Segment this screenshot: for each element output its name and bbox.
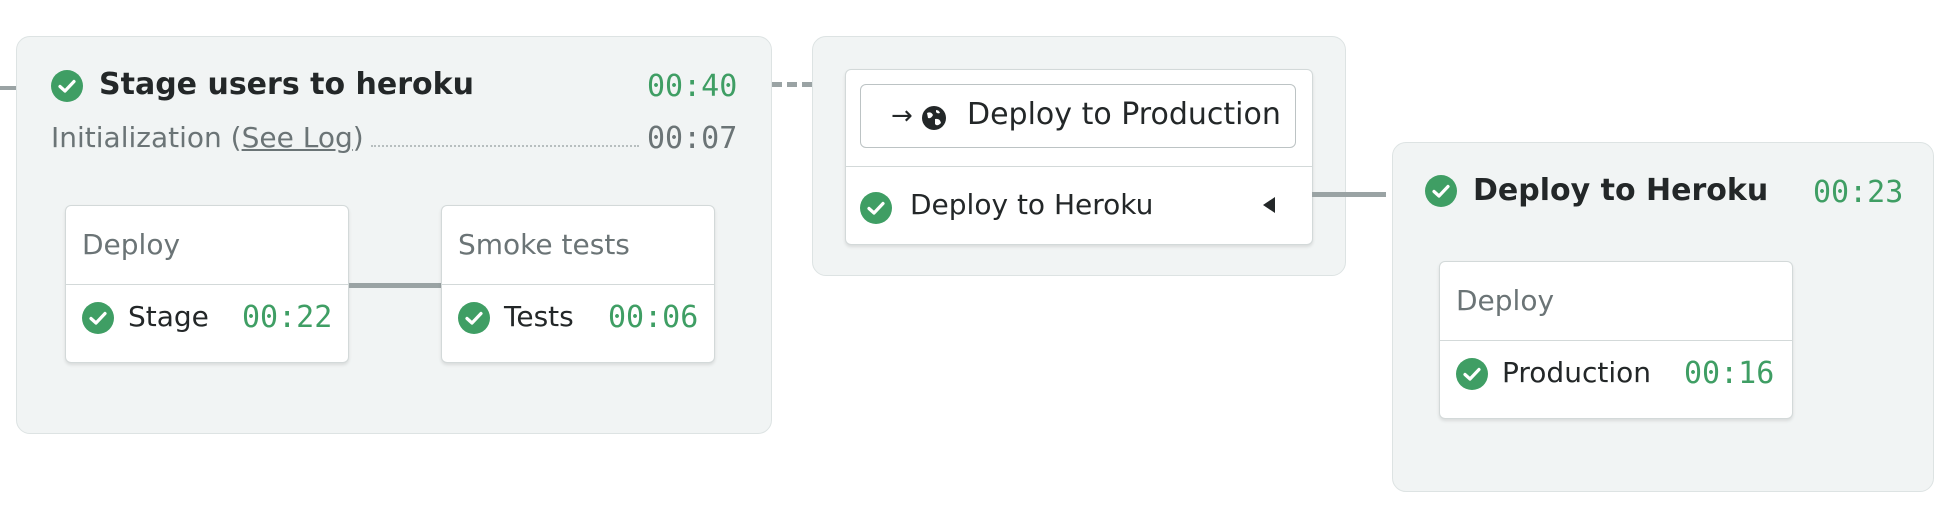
see-log-link[interactable]: See Log (242, 121, 353, 154)
stage-block: Stage users to heroku 00:40 Initializati… (16, 36, 772, 434)
job-name[interactable]: Stage (128, 300, 209, 333)
check-circle-icon (82, 302, 114, 334)
deploy-block-time: 00:23 (1813, 175, 1904, 210)
job-time: 00:16 (1684, 356, 1775, 391)
job-time: 00:06 (608, 300, 699, 335)
promotion-panel: → Deploy to Production Deploy to Heroku (812, 36, 1346, 276)
promotion-dashed-connector (772, 82, 812, 87)
job-card-deploy-production[interactable]: Deploy Production 00:16 (1439, 261, 1793, 419)
promotion-divider (846, 166, 1312, 167)
arrow-right-icon: → (891, 101, 913, 131)
job-card-header-label: Deploy (1456, 284, 1555, 317)
globe-icon (921, 105, 947, 135)
stage-block-status-check-icon (51, 70, 83, 102)
job-time: 00:22 (242, 300, 333, 335)
job-card-deploy[interactable]: Deploy Stage 00:22 (65, 205, 349, 363)
check-circle-icon (1456, 358, 1488, 390)
incoming-connector (0, 86, 16, 90)
check-circle-icon (860, 192, 892, 224)
stage-block-title[interactable]: Stage users to heroku (99, 67, 474, 102)
job-connector (349, 283, 441, 288)
triangle-left-icon[interactable] (1262, 196, 1276, 218)
deploy-block-title[interactable]: Deploy to Heroku (1473, 173, 1768, 208)
job-card-header-label: Deploy (82, 228, 181, 261)
check-circle-icon (458, 302, 490, 334)
job-card-header-label: Smoke tests (458, 228, 630, 261)
promotion-card: → Deploy to Production Deploy to Heroku (845, 69, 1313, 245)
deploy-to-production-label: Deploy to Production (967, 97, 1281, 132)
deploy-heroku-block: Deploy to Heroku 00:23 Deploy Production… (1392, 142, 1934, 492)
job-card-header: Smoke tests (442, 206, 714, 285)
promotion-out-connector (1312, 192, 1386, 197)
deploy-to-production-button[interactable]: → Deploy to Production (860, 84, 1296, 148)
job-card-smoke-tests[interactable]: Smoke tests Tests 00:06 (441, 205, 715, 363)
initialization-label: Initialization (See Log) (51, 121, 364, 154)
job-name[interactable]: Tests (504, 300, 574, 333)
job-card-header: Deploy (66, 206, 348, 285)
initialization-leader (371, 145, 639, 147)
promotion-pipeline-link[interactable]: Deploy to Heroku (910, 188, 1153, 221)
initialization-time: 00:07 (647, 121, 738, 156)
initialization-row: Initialization (See Log) 00:07 (51, 121, 751, 161)
stage-block-time: 00:40 (647, 69, 738, 104)
job-card-header: Deploy (1440, 262, 1792, 341)
deploy-block-status-check-icon (1425, 175, 1457, 207)
job-name[interactable]: Production (1502, 356, 1651, 389)
